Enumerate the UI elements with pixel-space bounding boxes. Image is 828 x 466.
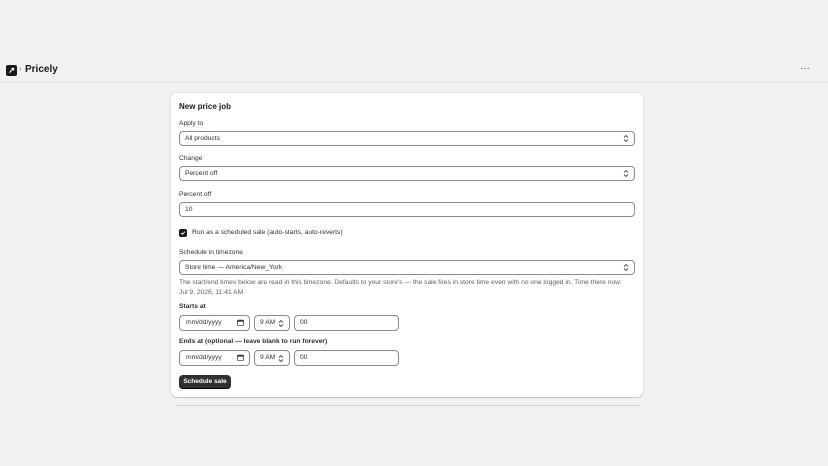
apply-to-value: All products	[185, 135, 220, 142]
checkmark-icon	[180, 231, 186, 236]
starts-at-minute-input[interactable]: 00	[294, 315, 399, 331]
apply-to-select[interactable]: All products	[179, 131, 635, 146]
timezone-value: Store time — America/New_York	[185, 264, 283, 271]
starts-at-minute-value: 00	[300, 319, 308, 326]
ends-at-minute-value: 00	[300, 354, 308, 361]
calendar-icon[interactable]	[237, 319, 244, 326]
scheduled-sale-label: Run as a scheduled sale (auto-starts, au…	[192, 229, 343, 236]
calendar-icon[interactable]	[237, 354, 244, 361]
starts-at-hour-value: 9 AM	[260, 319, 276, 326]
more-horizontal-icon[interactable]: ···	[800, 63, 810, 74]
app-header: › Pricely ···	[0, 58, 828, 83]
timezone-help-text: The start/end times below are read in th…	[179, 279, 622, 296]
percent-off-input[interactable]: 10	[179, 202, 635, 217]
pricely-logo-icon[interactable]	[6, 65, 17, 76]
select-chevron-icon	[278, 319, 284, 328]
app-title: Pricely	[25, 64, 58, 75]
change-value: Percent off	[185, 170, 218, 177]
ends-at-minute-input[interactable]: 00	[294, 350, 399, 366]
ends-at-label: Ends at (optional — leave blank to run f…	[179, 338, 328, 345]
starts-at-date-placeholder: mm/dd/yyyy	[186, 319, 222, 326]
schedule-sale-button[interactable]: Schedule sale	[179, 375, 231, 389]
starts-at-date-input[interactable]: mm/dd/yyyy	[179, 315, 250, 331]
new-price-job-card: New price job Apply to All products Chan…	[171, 93, 643, 397]
breadcrumb-separator: ›	[19, 64, 22, 73]
timezone-select[interactable]: Store time — America/New_York	[179, 260, 635, 275]
ends-at-date-input[interactable]: mm/dd/yyyy	[179, 350, 250, 366]
ends-at-date-placeholder: mm/dd/yyyy	[186, 354, 222, 361]
ends-at-hour-select[interactable]: 9 AM	[254, 350, 290, 366]
change-select[interactable]: Percent off	[179, 166, 635, 181]
apply-to-label: Apply to	[179, 120, 204, 127]
select-chevron-icon	[623, 169, 629, 178]
select-chevron-icon	[623, 134, 629, 143]
starts-at-label: Starts at	[179, 303, 206, 310]
scheduled-sale-checkbox[interactable]	[179, 229, 187, 237]
timezone-label: Schedule in timezone	[179, 249, 243, 256]
card-title: New price job	[179, 102, 232, 111]
starts-at-hour-select[interactable]: 9 AM	[254, 315, 290, 331]
divider	[176, 405, 640, 406]
change-label: Change	[179, 155, 203, 162]
percent-off-value: 10	[185, 206, 193, 213]
ends-at-hour-value: 9 AM	[260, 354, 276, 361]
select-chevron-icon	[278, 354, 284, 363]
select-chevron-icon	[623, 263, 629, 272]
percent-off-label: Percent off	[179, 191, 212, 198]
